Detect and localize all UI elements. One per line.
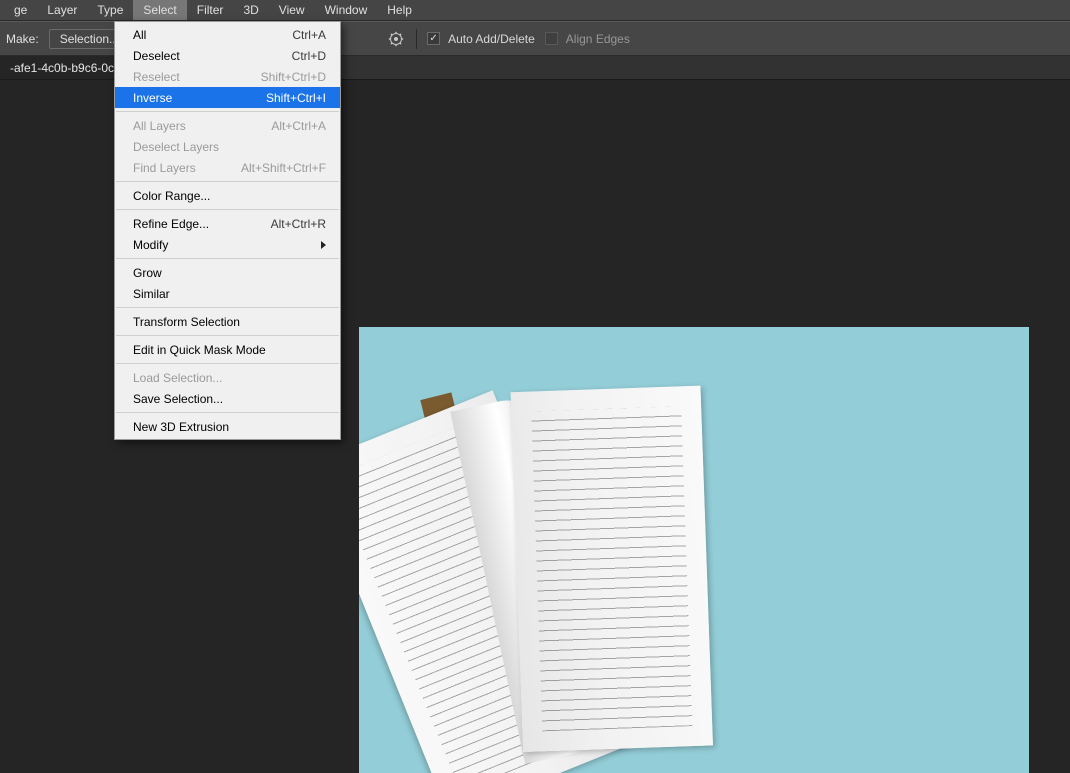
book-right-page	[511, 386, 713, 752]
book-image	[359, 337, 774, 773]
menu-row-label: Color Range...	[133, 189, 326, 203]
page-text	[531, 406, 692, 731]
menu-label: Type	[97, 3, 123, 17]
menu-all[interactable]: All Ctrl+A	[115, 24, 340, 45]
document-tab-label: -afe1-4c0b-b9c6-0c50	[10, 61, 127, 75]
menu-row-accel: Alt+Ctrl+A	[271, 119, 326, 133]
align-edges-checkbox[interactable]	[545, 32, 558, 45]
menu-item-3d[interactable]: 3D	[233, 0, 268, 20]
menu-separator	[116, 307, 339, 308]
menu-separator	[116, 363, 339, 364]
menu-row-accel: Ctrl+D	[292, 49, 326, 63]
menu-item-type[interactable]: Type	[87, 0, 133, 20]
menu-row-label: Deselect	[133, 49, 292, 63]
menu-row-accel: Shift+Ctrl+I	[266, 91, 326, 105]
menu-item-select[interactable]: Select	[133, 0, 186, 20]
menu-separator	[116, 181, 339, 182]
menu-row-accel: Alt+Shift+Ctrl+F	[241, 161, 326, 175]
menu-row-label: Save Selection...	[133, 392, 326, 406]
auto-add-delete-label: Auto Add/Delete	[448, 32, 535, 46]
menu-label: 3D	[243, 3, 258, 17]
select-menu-dropdown: All Ctrl+A Deselect Ctrl+D Reselect Shif…	[114, 21, 341, 440]
menu-label: Select	[143, 3, 176, 17]
menu-label: Window	[325, 3, 368, 17]
menu-quick-mask[interactable]: Edit in Quick Mask Mode	[115, 339, 340, 360]
auto-add-delete-checkbox[interactable]	[427, 32, 440, 45]
menu-label: ge	[14, 3, 27, 17]
menu-row-label: Grow	[133, 266, 326, 280]
menu-row-label: Edit in Quick Mask Mode	[133, 343, 326, 357]
menu-separator	[116, 335, 339, 336]
menu-similar[interactable]: Similar	[115, 283, 340, 304]
align-edges-option[interactable]: Align Edges	[545, 32, 630, 46]
menu-item-image-partial[interactable]: ge	[4, 0, 37, 20]
menu-row-label: Inverse	[133, 91, 266, 105]
menu-load-selection: Load Selection...	[115, 367, 340, 388]
menu-item-window[interactable]: Window	[315, 0, 378, 20]
menu-row-label: Modify	[133, 238, 315, 252]
menu-label: Help	[387, 3, 412, 17]
menu-separator	[116, 209, 339, 210]
menu-refine-edge[interactable]: Refine Edge... Alt+Ctrl+R	[115, 213, 340, 234]
menu-row-label: Transform Selection	[133, 315, 326, 329]
menu-row-label: All	[133, 28, 292, 42]
menu-new-3d-extrusion[interactable]: New 3D Extrusion	[115, 416, 340, 437]
selection-button-label: Selection...	[60, 32, 119, 46]
menu-row-label: Similar	[133, 287, 326, 301]
menu-color-range[interactable]: Color Range...	[115, 185, 340, 206]
menu-separator	[116, 412, 339, 413]
menu-separator	[116, 258, 339, 259]
menu-item-view[interactable]: View	[269, 0, 315, 20]
menu-all-layers: All Layers Alt+Ctrl+A	[115, 115, 340, 136]
menu-label: View	[279, 3, 305, 17]
menu-item-layer[interactable]: Layer	[37, 0, 87, 20]
menu-find-layers: Find Layers Alt+Shift+Ctrl+F	[115, 157, 340, 178]
menu-row-label: Load Selection...	[133, 371, 326, 385]
menu-deselect[interactable]: Deselect Ctrl+D	[115, 45, 340, 66]
menu-item-help[interactable]: Help	[377, 0, 422, 20]
menu-label: Layer	[47, 3, 77, 17]
auto-add-delete-option[interactable]: Auto Add/Delete	[427, 32, 535, 46]
menu-row-accel: Shift+Ctrl+D	[261, 70, 326, 84]
menu-label: Filter	[197, 3, 224, 17]
menu-row-label: Find Layers	[133, 161, 241, 175]
menu-row-accel: Alt+Ctrl+R	[271, 217, 326, 231]
separator	[416, 29, 417, 49]
menu-grow[interactable]: Grow	[115, 262, 340, 283]
menu-transform-selection[interactable]: Transform Selection	[115, 311, 340, 332]
menu-modify[interactable]: Modify	[115, 234, 340, 255]
menu-row-label: Refine Edge...	[133, 217, 271, 231]
chevron-right-icon	[321, 241, 326, 249]
menu-row-label: Deselect Layers	[133, 140, 326, 154]
menu-inverse[interactable]: Inverse Shift+Ctrl+I	[115, 87, 340, 108]
gear-icon[interactable]	[386, 29, 406, 49]
align-edges-label: Align Edges	[566, 32, 630, 46]
menu-save-selection[interactable]: Save Selection...	[115, 388, 340, 409]
document-canvas[interactable]	[359, 327, 1029, 773]
make-label: Make:	[6, 32, 39, 46]
menu-separator	[116, 111, 339, 112]
menu-row-label: New 3D Extrusion	[133, 420, 326, 434]
menu-row-label: All Layers	[133, 119, 271, 133]
menu-row-accel: Ctrl+A	[292, 28, 326, 42]
menu-row-label: Reselect	[133, 70, 261, 84]
menu-deselect-layers: Deselect Layers	[115, 136, 340, 157]
menu-item-filter[interactable]: Filter	[187, 0, 234, 20]
menubar: ge Layer Type Select Filter 3D View Wind…	[0, 0, 1070, 21]
menu-reselect: Reselect Shift+Ctrl+D	[115, 66, 340, 87]
